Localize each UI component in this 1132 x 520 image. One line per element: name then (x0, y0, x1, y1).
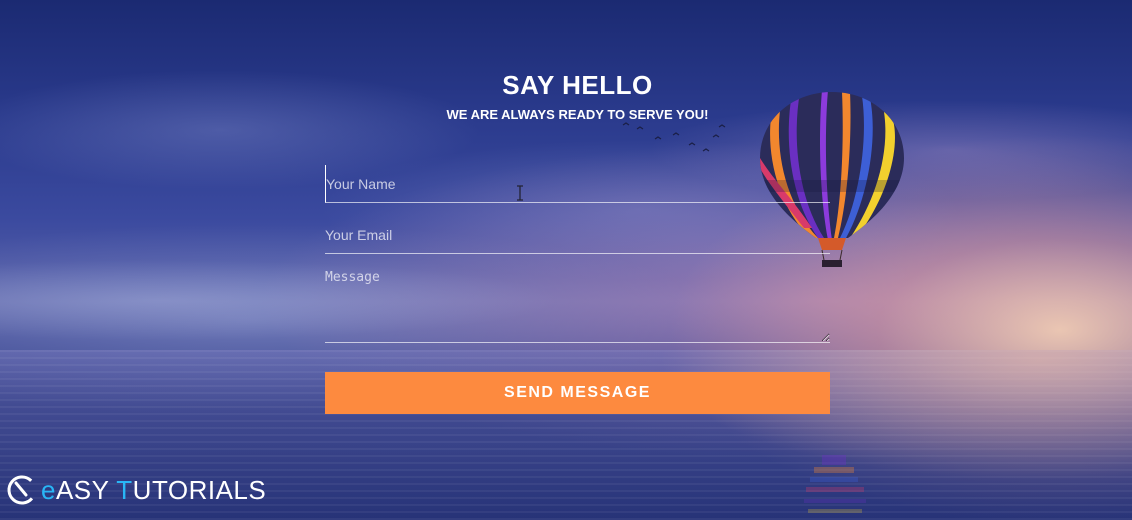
page-title: SAY HELLO (502, 70, 653, 100)
message-textarea[interactable] (325, 266, 830, 343)
balloon-reflection-icon (804, 455, 866, 513)
text-cursor-icon (517, 185, 523, 201)
contact-page: SAY HELLO WE ARE ALWAYS READY TO SERVE Y… (0, 0, 1132, 520)
name-input[interactable] (325, 165, 830, 203)
brand-accent-e: e (41, 474, 56, 505)
brand-accent-t: T (116, 474, 133, 505)
email-input[interactable] (325, 216, 830, 254)
brand-name: eASY TUTORIALS (41, 475, 266, 506)
brand-name-part-2: UTORIALS (132, 474, 267, 505)
contact-form: SEND MESSAGE (325, 165, 830, 414)
page-subtitle: WE ARE ALWAYS READY TO SERVE YOU! (446, 107, 709, 122)
easy-tutorials-logo-icon (7, 475, 37, 505)
birds-icon (622, 122, 726, 152)
send-message-button[interactable]: SEND MESSAGE (325, 372, 830, 414)
brand-logo: eASY TUTORIALS (5, 470, 266, 510)
brand-name-part-1: ASY (55, 474, 117, 505)
